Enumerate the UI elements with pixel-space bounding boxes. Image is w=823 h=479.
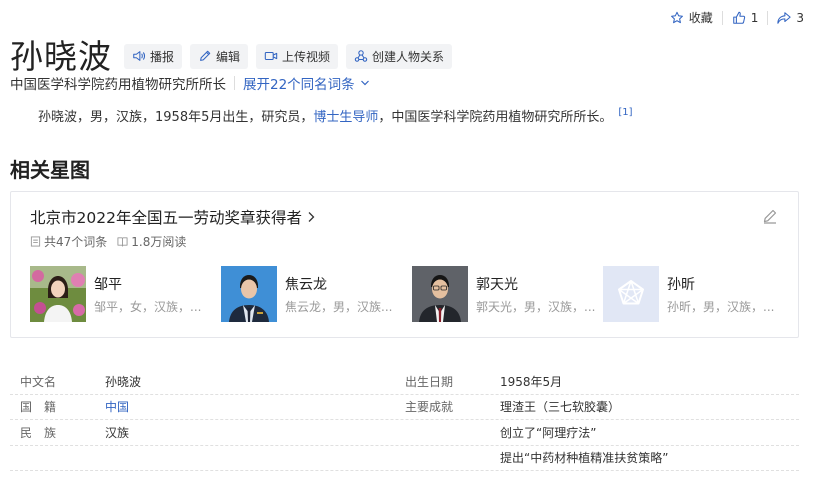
person-desc: 邹平，女，汉族，... — [94, 299, 202, 314]
info-value: 提出“中药材种植精准扶贫策略” — [500, 451, 669, 466]
entries-count: 共47个词条 — [30, 233, 107, 250]
speaker-icon — [133, 51, 146, 61]
broadcast-button[interactable]: 播报 — [124, 43, 183, 69]
entries-count-text: 共47个词条 — [44, 235, 108, 249]
info-key: 主要成就 — [405, 400, 454, 415]
star-map-title: 北京市2022年全国五一劳动奖章获得者 — [30, 209, 302, 227]
star-icon — [670, 11, 683, 23]
star-map-meta: 共47个词条 1.8万阅读 — [30, 233, 186, 250]
info-key: 出生日期 — [405, 374, 454, 389]
placeholder-avatar-icon — [603, 266, 659, 322]
create-relation-button[interactable]: 创建人物关系 — [346, 43, 453, 69]
star-map-title-link[interactable]: 北京市2022年全国五一劳动奖章获得者 — [30, 206, 316, 228]
expand-homonyms-link[interactable]: 展开22个同名词条 — [243, 73, 370, 93]
expand-homonyms-label: 展开22个同名词条 — [243, 77, 355, 93]
divider — [234, 76, 235, 90]
document-icon — [30, 236, 41, 247]
person-photo — [30, 266, 86, 322]
section-title: 相关星图 — [10, 158, 90, 182]
top-actions: 收藏 1 3 — [661, 9, 813, 26]
person-name: 焦云龙 — [285, 276, 327, 293]
person-card[interactable]: 孙昕 孙昕，男，汉族，... — [603, 266, 794, 322]
person-photo — [221, 266, 277, 322]
doctoral-supervisor-link[interactable]: 博士生导师 — [313, 110, 378, 125]
person-list: 邹平 邹平，女，汉族，... 焦云龙 焦云龙，男，汉族... 郭天光 郭天光，男… — [30, 266, 794, 322]
person-info: 孙昕 孙昕，男，汉族，... — [667, 274, 774, 315]
person-name: 郭天光 — [476, 276, 518, 293]
summary-text-end: ，中国医学科学院药用植物研究所所长。 — [378, 110, 613, 125]
entry-summary: 孙晓波，男，汉族，1958年5月出生，研究员，博士生导师，中国医学科学院药用植物… — [38, 106, 633, 125]
person-desc: 郭天光，男，汉族，... — [476, 299, 596, 314]
nationality-link[interactable]: 中国 — [105, 400, 129, 414]
avatar — [30, 266, 86, 322]
title-row: 孙晓波 播报 编辑 上传视频 创建人物关系 — [10, 30, 453, 78]
person-name: 邹平 — [94, 276, 122, 293]
video-icon — [264, 51, 278, 61]
info-key: 民 族 — [20, 425, 57, 440]
share-count: 3 — [796, 10, 804, 25]
share-icon — [777, 11, 792, 24]
read-count-text: 1.8万阅读 — [131, 235, 187, 249]
person-name: 孙昕 — [667, 276, 695, 293]
summary-text: 孙晓波，男，汉族，1958年5月出生，研究员， — [38, 110, 314, 125]
subtitle-row: 中国医学科学院药用植物研究所所长 展开22个同名词条 — [10, 73, 370, 93]
upload-video-label: 上传视频 — [282, 49, 331, 64]
star-map-card: 北京市2022年全国五一劳动奖章获得者 共47个词条 1.8万阅读 邹平 邹平，… — [10, 191, 799, 338]
person-info: 郭天光 郭天光，男，汉族，... — [476, 274, 595, 315]
chevron-right-icon — [308, 212, 315, 222]
person-desc: 孙昕，男，汉族，... — [667, 299, 775, 314]
avatar — [412, 266, 468, 322]
person-card[interactable]: 郭天光 郭天光，男，汉族，... — [412, 266, 603, 322]
avatar — [603, 266, 659, 322]
share-button[interactable]: 3 — [768, 11, 813, 25]
person-desc: 焦云龙，男，汉族... — [285, 299, 393, 314]
table-row: 民 族 汉族 创立了“阿理疗法” — [10, 420, 799, 446]
person-info: 焦云龙 焦云龙，男，汉族... — [285, 274, 392, 315]
avatar — [221, 266, 277, 322]
page-title: 孙晓波 — [10, 37, 112, 76]
reference-link[interactable]: [1] — [618, 107, 632, 118]
edit-label: 编辑 — [216, 49, 241, 64]
edit-pencil-icon[interactable] — [762, 208, 778, 224]
table-row: 提出“中药材种植精准扶贫策略” — [10, 446, 799, 471]
favorite-button[interactable]: 收藏 — [661, 9, 722, 26]
info-key: 中文名 — [20, 374, 57, 389]
pencil-icon — [200, 50, 211, 61]
info-key: 国 籍 — [20, 400, 57, 415]
info-value: 汉族 — [105, 425, 130, 440]
person-photo — [412, 266, 468, 322]
person-card[interactable]: 邹平 邹平，女，汉族，... — [30, 266, 221, 322]
entry-tools: 播报 编辑 上传视频 创建人物关系 — [124, 43, 453, 69]
favorite-label: 收藏 — [688, 11, 713, 25]
relation-icon — [354, 50, 368, 62]
read-count: 1.8万阅读 — [117, 233, 186, 250]
create-relation-label: 创建人物关系 — [372, 49, 445, 64]
info-value: 1958年5月 — [500, 374, 563, 389]
person-info: 邹平 邹平，女，汉族，... — [94, 274, 201, 315]
upload-video-button[interactable]: 上传视频 — [256, 43, 339, 69]
like-count: 1 — [750, 10, 759, 25]
like-button[interactable]: 1 — [723, 11, 768, 25]
entry-subtitle: 中国医学科学院药用植物研究所所长 — [10, 77, 226, 93]
info-value: 孙晓波 — [105, 374, 142, 389]
person-card[interactable]: 焦云龙 焦云龙，男，汉族... — [221, 266, 412, 322]
basic-info-table: 中文名 孙晓波 出生日期 1958年5月 国 籍 中国 主要成就 理渣王（三七软… — [10, 369, 799, 471]
book-icon — [117, 237, 128, 247]
broadcast-label: 播报 — [150, 49, 175, 64]
chevron-down-icon — [360, 80, 369, 86]
info-value: 理渣王（三七软胶囊） — [500, 400, 621, 415]
info-value: 创立了“阿理疗法” — [500, 425, 597, 440]
table-row: 国 籍 中国 主要成就 理渣王（三七软胶囊） — [10, 395, 799, 420]
thumb-up-icon — [732, 11, 745, 24]
edit-button[interactable]: 编辑 — [190, 43, 249, 69]
table-row: 中文名 孙晓波 出生日期 1958年5月 — [10, 369, 799, 395]
